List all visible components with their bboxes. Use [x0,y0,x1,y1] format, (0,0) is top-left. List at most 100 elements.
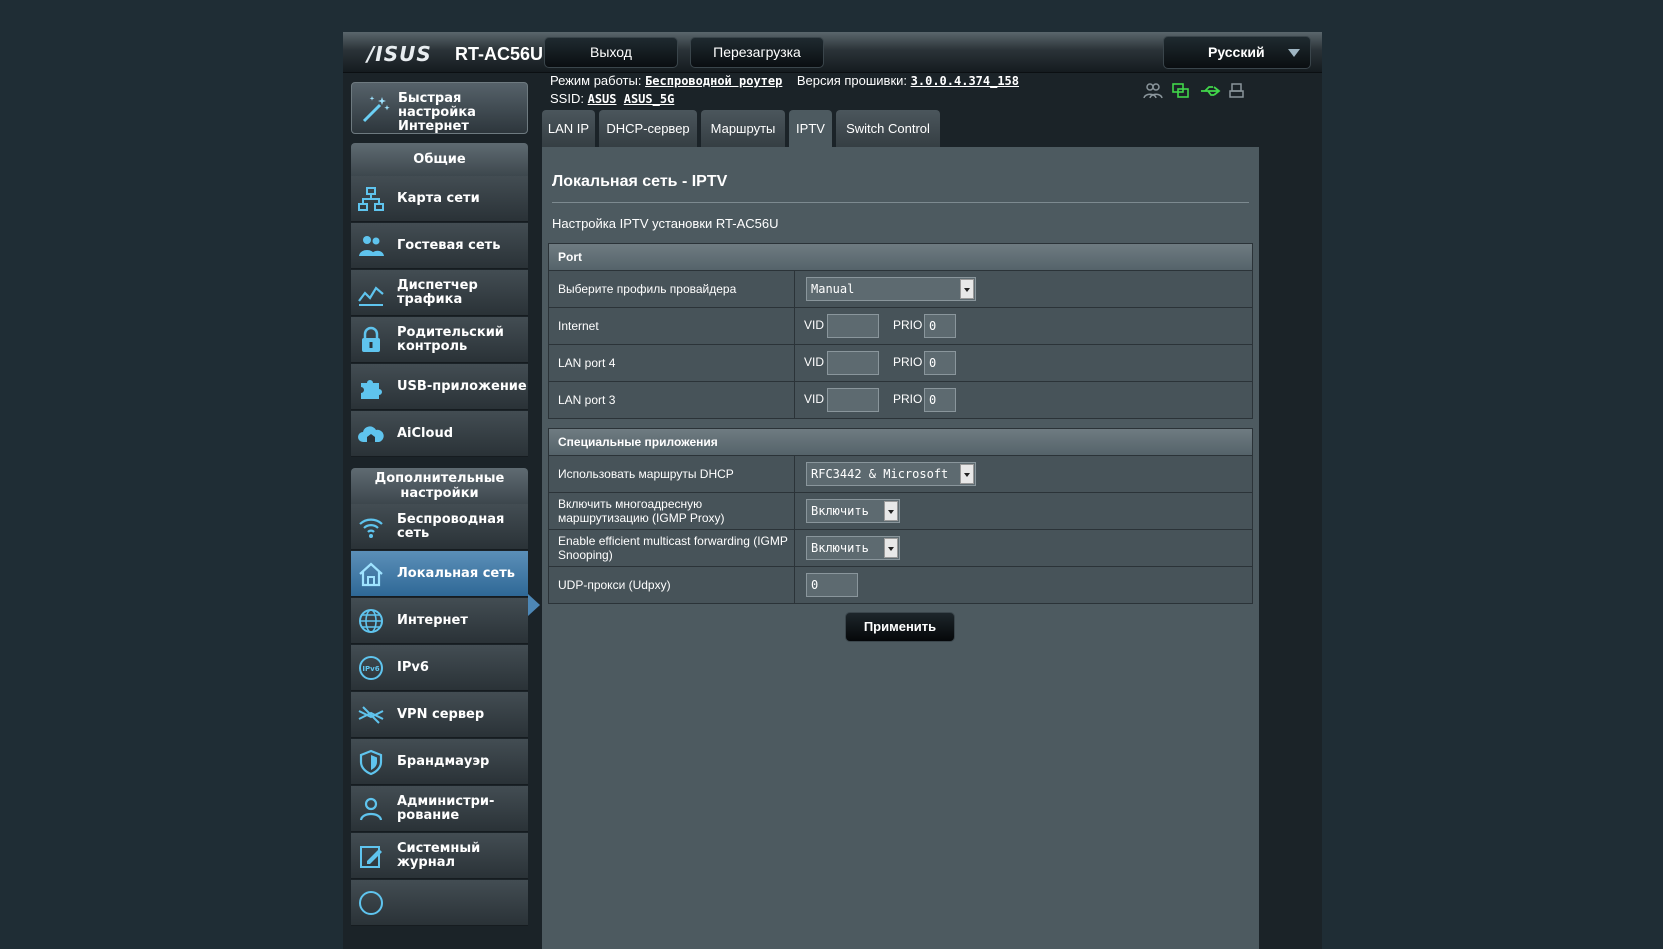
menu-label: Диспетчер трафика [397,278,478,307]
igmp-snooping-label: Enable efficient multicast forwarding (I… [558,534,788,562]
menu-item-partial[interactable] [351,880,528,926]
iptv-content-panel: Локальная сеть - IPTV Настройка IPTV уст… [542,147,1259,949]
menu-firewall[interactable]: Брандмауэр [351,739,528,785]
ssid-link-1[interactable]: ASUS [588,92,617,106]
magic-wand-icon [362,96,390,123]
quick-setup-button[interactable]: Быстрая настройка Интернет [351,82,528,134]
firmware-label: Версия прошивки: [796,73,908,88]
menu-label: Локальная сеть [397,566,515,581]
internet-prio-input[interactable]: 0 [924,314,956,338]
menu-label: Гостевая сеть [397,238,501,253]
chevron-down-icon [960,279,974,299]
network-map-icon [358,187,384,211]
tab-dhcp-server[interactable]: DHCP-сервер [599,110,697,147]
udpxy-label: UDP-прокси (Udpxy) [558,578,671,592]
vid-label: VID [804,355,825,369]
menu-label: Беспроводная сеть [397,512,505,541]
provider-profile-select[interactable]: Manual [806,277,976,301]
top-bar: /ISUS RT-AC56U Выход Перезагрузка Русски… [343,32,1322,73]
dhcp-routes-select[interactable]: RFC3442 & Microsoft [806,462,976,486]
admin-user-icon [359,797,383,821]
router-admin-frame: /ISUS RT-AC56U Выход Перезагрузка Русски… [343,32,1322,949]
menu-label: IPv6 [397,660,429,675]
provider-profile-label: Выберите профиль провайдера [558,282,737,296]
printer-icon[interactable] [1227,82,1247,100]
port-settings-table: Port Выберите профиль провайдера Manual … [548,243,1253,419]
tab-switch-control[interactable]: Switch Control [836,110,940,147]
table-row: Internet VID PRIO 0 [549,307,1252,344]
home-icon [359,562,383,587]
clients-icon[interactable] [1143,82,1163,100]
menu-wireless[interactable]: Беспроводная сеть [351,504,528,550]
tab-routes[interactable]: Маршруты [701,110,785,147]
mode-label: Режим работы: [550,73,642,88]
lan3-vid-input[interactable] [827,388,879,412]
wifi-icon [359,518,383,538]
firmware-link[interactable]: 3.0.0.4.374_158 [911,74,1019,88]
menu-vpn[interactable]: VPN сервер [351,692,528,738]
port-row-label: LAN port 3 [558,393,616,407]
log-edit-icon [360,846,382,868]
vid-label: VID [804,392,825,406]
lan4-vid-input[interactable] [827,351,879,375]
menu-internet[interactable]: Интернет [351,598,528,644]
guest-network-icon [359,236,384,256]
puzzle-icon [361,380,382,399]
section-header: Port [549,244,1252,270]
menu-system-log[interactable]: Системный журнал [351,833,528,879]
globe-icon [359,609,383,633]
special-apps-table: Специальные приложения Использовать марш… [548,428,1253,604]
menu-ipv6[interactable]: IPv6 IPv6 [351,645,528,691]
menu-aicloud[interactable]: AiCloud [351,411,528,457]
tab-iptv[interactable]: IPTV [789,110,832,147]
asus-logo: /ISUS [367,42,432,66]
internet-vid-input[interactable] [827,314,879,338]
igmp-snooping-select[interactable]: Включить [806,536,900,560]
table-row: UDP-прокси (Udpxy) 0 [549,566,1252,603]
menu-label: Карта сети [397,191,480,206]
language-value: Русский [1208,44,1265,60]
table-row: Enable efficient multicast forwarding (I… [549,529,1252,566]
lan4-prio-input[interactable]: 0 [924,351,956,375]
logout-button[interactable]: Выход [544,37,678,68]
ssid-label: SSID: [550,91,584,106]
language-select[interactable]: Русский [1163,36,1311,69]
chevron-down-icon [884,538,898,558]
table-row: Использовать маршруты DHCP RFC3442 & Mic… [549,455,1252,492]
igmp-proxy-select[interactable]: Включить [806,499,900,523]
lan-status-icon[interactable] [1171,82,1191,100]
port-row-label: LAN port 4 [558,356,616,370]
tab-lan-ip[interactable]: LAN IP [542,110,595,147]
menu-network-map[interactable]: Карта сети [351,176,528,222]
menu-lan[interactable]: Локальная сеть [351,551,528,597]
title-divider [552,202,1249,203]
vpn-icon [358,706,384,724]
menu-guest-network[interactable]: Гостевая сеть [351,223,528,269]
menu-usb-app[interactable]: USB-приложение [351,364,528,410]
mode-link[interactable]: Беспроводной роутер [645,74,782,88]
menu-administration[interactable]: Администри- рование [351,786,528,832]
menu-label: Системный журнал [397,841,481,870]
vid-label: VID [804,318,825,332]
chevron-down-icon [884,501,898,521]
menu-traffic-manager[interactable]: Диспетчер трафика [351,270,528,316]
partial-menu-icon [359,891,383,915]
table-row: Включить многоадресную маршрутизацию (IG… [549,492,1252,529]
udpxy-input[interactable]: 0 [806,573,858,597]
ssid-link-2[interactable]: ASUS_5G [624,92,675,106]
prio-label: PRIO [893,355,923,369]
apply-button[interactable]: Применить [845,612,955,642]
menu-parental-control[interactable]: Родительский контроль [351,317,528,363]
lan3-prio-input[interactable]: 0 [924,388,956,412]
cloud-home-icon [358,426,384,442]
menu-label: VPN сервер [397,707,485,722]
table-row: LAN port 4 VID PRIO 0 [549,344,1252,381]
usb-status-icon[interactable] [1199,82,1221,100]
traffic-manager-icon [358,286,384,306]
menu-label: Брандмауэр [397,754,490,769]
quick-setup-label: Быстрая настройка Интернет [398,91,476,134]
advanced-section-header: Дополнительные настройки [351,468,528,504]
reboot-button[interactable]: Перезагрузка [690,37,824,68]
prio-label: PRIO [893,392,923,406]
model-name: RT-AC56U [455,44,544,64]
